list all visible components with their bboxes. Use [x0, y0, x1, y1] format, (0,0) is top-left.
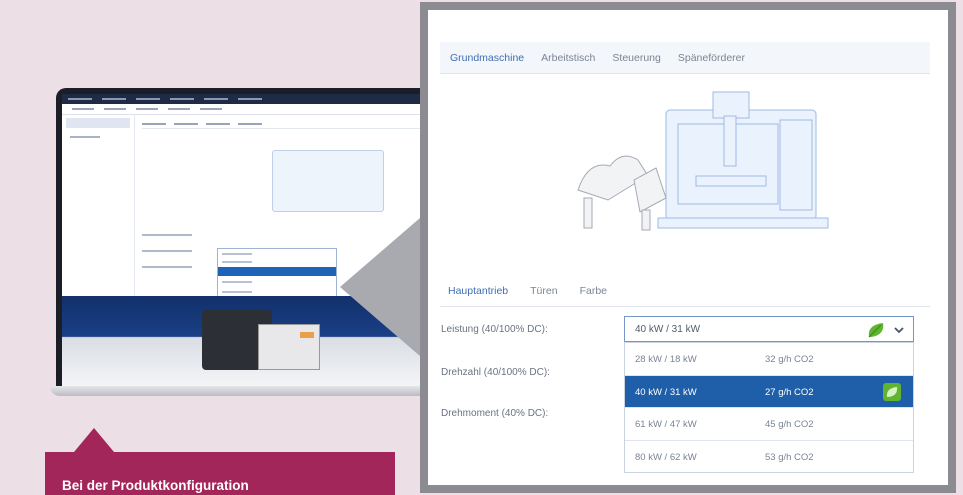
- mini-app-sidebar: [62, 114, 135, 296]
- leaf-icon: [865, 321, 887, 344]
- main-tabs: Grundmaschine Arbeitstisch Steuerung Spä…: [440, 42, 930, 74]
- mini-app-main: [142, 120, 422, 129]
- caption-tip: [74, 428, 114, 452]
- label-leistung: Leistung (40/100% DC):: [441, 324, 548, 335]
- option-co2: 45 g/h CO2: [765, 419, 814, 430]
- mini-app-topbar: [62, 94, 428, 104]
- caption-text: Bei der Produktkonfiguration: [62, 478, 249, 493]
- tab-arbeitstisch[interactable]: Arbeitstisch: [541, 52, 595, 64]
- option-co2: 53 g/h CO2: [765, 451, 814, 463]
- mini-app-tabs: [142, 120, 422, 129]
- mini-field-labels: [142, 234, 192, 282]
- tab-steuerung[interactable]: Steuerung: [612, 52, 660, 64]
- chevron-down-icon[interactable]: [893, 323, 905, 341]
- leaf-icon: [883, 382, 901, 401]
- machine-image: [548, 80, 848, 250]
- sub-tabs: Hauptantrieb Türen Farbe: [440, 276, 930, 307]
- tab-farbe[interactable]: Farbe: [580, 285, 607, 297]
- tab-grundmaschine[interactable]: Grundmaschine: [450, 52, 524, 64]
- label-drehmoment: Drehmoment (40% DC):: [441, 408, 549, 419]
- option-row-selected[interactable]: 40 kW / 31 kW 27 g/h CO2: [625, 375, 913, 408]
- configurator: Grundmaschine Arbeitstisch Steuerung Spä…: [428, 10, 948, 485]
- tab-spanefoerderer[interactable]: Späneförderer: [678, 52, 745, 64]
- caption-box: Bei der Produktkonfiguration: [45, 452, 395, 495]
- option-co2: 27 g/h CO2: [765, 386, 814, 398]
- tab-tueren[interactable]: Türen: [530, 285, 557, 297]
- option-row[interactable]: 80 kW / 62 kW 53 g/h CO2: [625, 441, 913, 473]
- tab-hauptantrieb[interactable]: Hauptantrieb: [448, 285, 508, 297]
- select-value: 40 kW / 31 kW: [635, 324, 701, 335]
- machine-illustration: [577, 91, 829, 231]
- option-row[interactable]: 61 kW / 47 kW 45 g/h CO2: [625, 408, 913, 441]
- select-options: 28 kW / 18 kW 32 g/h CO2 40 kW / 31 kW 2…: [624, 342, 914, 473]
- option-co2: 32 g/h CO2: [765, 354, 814, 365]
- laptop-base: [50, 386, 440, 396]
- option-row[interactable]: 28 kW / 18 kW 32 g/h CO2: [625, 343, 913, 376]
- option-power: 28 kW / 18 kW: [635, 354, 697, 365]
- mini-machine-image: [272, 150, 384, 212]
- option-power: 40 kW / 31 kW: [635, 386, 697, 398]
- option-power: 61 kW / 47 kW: [635, 419, 697, 430]
- leistung-select[interactable]: 40 kW / 31 kW: [624, 316, 914, 342]
- option-power: 80 kW / 62 kW: [635, 451, 697, 463]
- zoom-panel: Grundmaschine Arbeitstisch Steuerung Spä…: [420, 2, 956, 493]
- label-drehzahl: Drehzahl (40/100% DC):: [441, 367, 550, 378]
- mini-dropdown: [217, 248, 337, 300]
